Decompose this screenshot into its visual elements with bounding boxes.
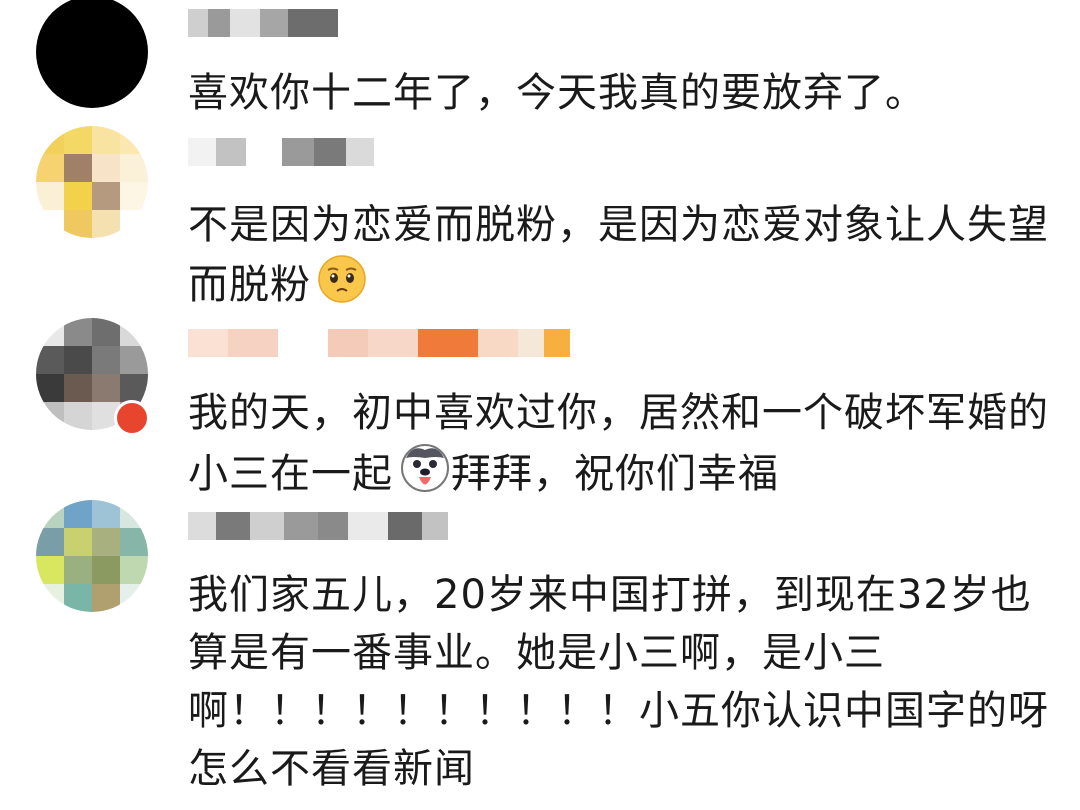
username-blurred[interactable] [188,6,338,40]
comment-text: 我们家五儿，20岁来中国打拼，到现在32岁也算是有一番事业。她是小三啊，是小三啊… [188,572,1049,792]
dog-tongue-face-icon [399,442,451,510]
avatar[interactable] [36,0,148,108]
avatar[interactable] [36,126,148,238]
avatar[interactable] [36,500,148,612]
comment-text-content: 拜拜，祝你们幸福 [451,451,779,497]
pleading-face-icon [317,254,367,320]
comment-text: 喜欢你十二年了，今天我真的要放弃了。 [188,70,926,116]
comment-text: 我的天，初中喜欢过你，居然和一个破坏军婚的小三在一起 拜拜，祝你们幸福 [188,384,1058,510]
username-blurred[interactable] [188,135,374,169]
username-blurred[interactable] [188,326,570,360]
verified-badge-icon [114,400,150,436]
comment-text: 不是因为恋爱而脱粉，是因为恋爱对象让人失望而脱粉 [188,196,1058,320]
username-blurred[interactable] [188,509,448,543]
